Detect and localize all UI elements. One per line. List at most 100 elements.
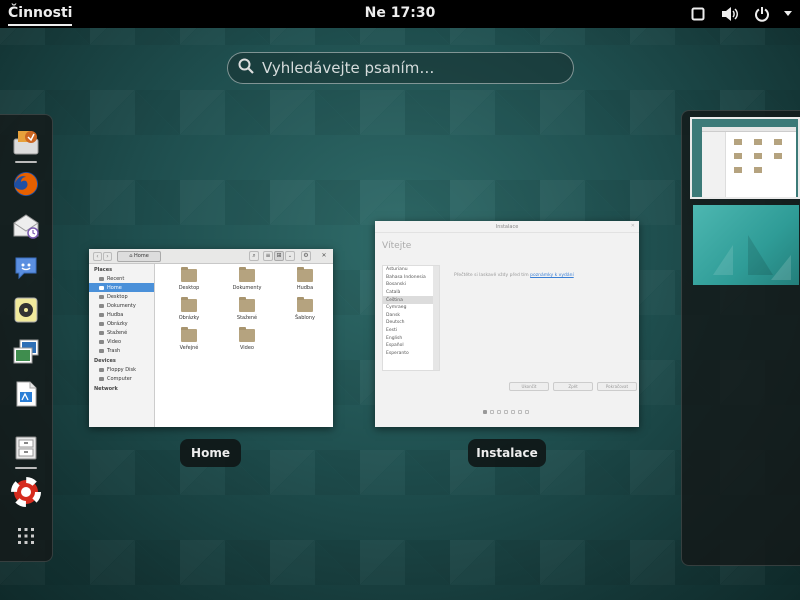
continue-button[interactable]: Pokračovat [597,382,637,391]
files-headerbar: ‹ › ⌂ Home ⌕ ≡ ⊞ ⌄ ⚙ ✕ [89,249,333,264]
back-button[interactable]: Zpět [553,382,593,391]
sidebar-item-trash[interactable]: Trash [89,346,154,355]
folder-item[interactable]: Stažené [217,297,277,321]
dash-app-mail[interactable] [9,209,43,243]
folder-item[interactable]: Desktop [159,267,219,291]
language-item[interactable]: Dansk [383,312,439,320]
sidebar-item-video[interactable]: Video [89,337,154,346]
system-tray[interactable] [688,4,792,24]
path-bar-home[interactable]: ⌂ Home [117,251,161,262]
list-view-button[interactable]: ≡ [263,251,273,261]
step-dot [483,410,487,414]
sidebar-item-label: Video [107,338,122,345]
dash [0,114,53,562]
release-notes-link[interactable]: poznámky k vydání [530,273,574,278]
installer-heading: Vítejte [382,241,412,251]
folder-item[interactable]: Dokumenty [217,267,277,291]
search-bar[interactable] [227,52,574,84]
dash-app-files[interactable] [9,431,43,469]
forward-button[interactable]: › [103,252,112,261]
show-apps-button[interactable] [9,519,43,553]
folder-item[interactable]: Hudba [275,267,333,291]
sidebar-item-label: Dokumenty [107,302,136,309]
folder-item[interactable]: Video [217,327,277,351]
workspace-thumbnail-2[interactable] [693,205,799,285]
close-icon[interactable]: ✕ [631,223,635,229]
sidebar-item-floppy[interactable]: Floppy Disk [89,365,154,374]
search-button[interactable]: ⌕ [249,251,259,261]
step-dot [525,410,529,414]
window-installer[interactable]: Instalace ✕ Vítejte Asturianu Bahasa Ind… [375,221,639,427]
language-item[interactable]: Eesti [383,327,439,335]
dash-app-firefox[interactable] [9,167,43,201]
dash-app-photos[interactable] [9,335,43,369]
show-apps-icon [18,528,34,544]
window-files[interactable]: ‹ › ⌂ Home ⌕ ≡ ⊞ ⌄ ⚙ ✕ Places Recent Hom… [89,249,333,427]
sidebar-item-hudba[interactable]: Hudba [89,310,154,319]
sidebar-item-dokumenty[interactable]: Dokumenty [89,301,154,310]
sidebar-item-desktop[interactable]: Desktop [89,292,154,301]
quit-button[interactable]: Ukončit [509,382,549,391]
language-item[interactable]: Español [383,342,439,350]
folder-icon [239,327,255,342]
language-item[interactable]: Bosanski [383,281,439,289]
window-caption-home[interactable]: Home [180,439,241,467]
files-sidebar: Places Recent Home Desktop Dokumenty Hud… [89,264,155,427]
menu-button[interactable]: ⚙ [301,251,311,261]
clock[interactable]: Ne 17:30 [0,5,800,22]
search-input[interactable] [262,59,552,77]
folder-item[interactable]: Šablony [275,297,333,321]
dash-app-software[interactable] [9,125,43,163]
music-icon [99,312,104,317]
folder-label: Šablony [295,315,315,321]
volume-icon[interactable] [720,4,740,24]
sidebar-item-label: Desktop [107,293,128,300]
language-item[interactable]: Bahasa Indonesia [383,274,439,282]
step-dot [511,410,515,414]
close-icon[interactable]: ✕ [319,251,329,261]
dash-app-chat[interactable] [9,251,43,285]
power-icon[interactable] [752,4,772,24]
document-writer-icon [16,381,37,407]
grid-view-button[interactable]: ⊞ [274,251,284,261]
language-item[interactable]: Esperanto [383,350,439,358]
help-icon [11,477,41,507]
files-grid: Desktop Dokumenty Hudba Obrázky Stažené … [159,267,333,427]
language-list-scrollbar[interactable] [433,266,439,370]
recent-icon [99,276,104,281]
folder-item[interactable]: Veřejné [159,327,219,351]
step-dot [497,410,501,414]
view-options-button[interactable]: ⌄ [285,251,295,261]
sidebar-item-home[interactable]: Home [89,283,154,292]
folder-icon [297,267,313,282]
language-item[interactable]: Deutsch [383,319,439,327]
sidebar-item-label: Computer [107,375,132,382]
folder-label: Hudba [296,285,314,291]
sidebar-item-stazene[interactable]: Stažené [89,328,154,337]
workspace-thumbnail-1[interactable] [690,117,800,199]
language-item[interactable]: Asturianu [383,266,439,274]
back-button[interactable]: ‹ [93,252,102,261]
sidebar-item-computer[interactable]: Computer [89,374,154,383]
sidebar-item-label: Recent [107,275,125,282]
dash-app-help[interactable] [9,475,43,509]
window-caption-installer[interactable]: Instalace [468,439,546,467]
language-item-selected[interactable]: Čeština [383,296,439,304]
devices-header: Devices [94,358,116,364]
sidebar-item-obrazky[interactable]: Obrázky [89,319,154,328]
sidebar-item-recent[interactable]: Recent [89,274,154,283]
language-item[interactable]: Cymraeg [383,304,439,312]
picture-icon [99,321,104,326]
path-label: Home [134,253,149,259]
window-icon[interactable] [688,4,708,24]
language-item[interactable]: English [383,334,439,342]
chevron-down-icon[interactable] [784,4,792,24]
dash-app-music[interactable] [9,293,43,327]
video-icon [99,339,104,344]
installer-buttons: Ukončit Zpět Pokračovat [509,382,637,391]
folder-item[interactable]: Obrázky [159,297,219,321]
dash-app-writer[interactable] [9,377,43,411]
folder-icon [181,297,197,312]
language-list[interactable]: Asturianu Bahasa Indonesia Bosanski Cata… [382,265,440,371]
language-item[interactable]: Català [383,289,439,297]
